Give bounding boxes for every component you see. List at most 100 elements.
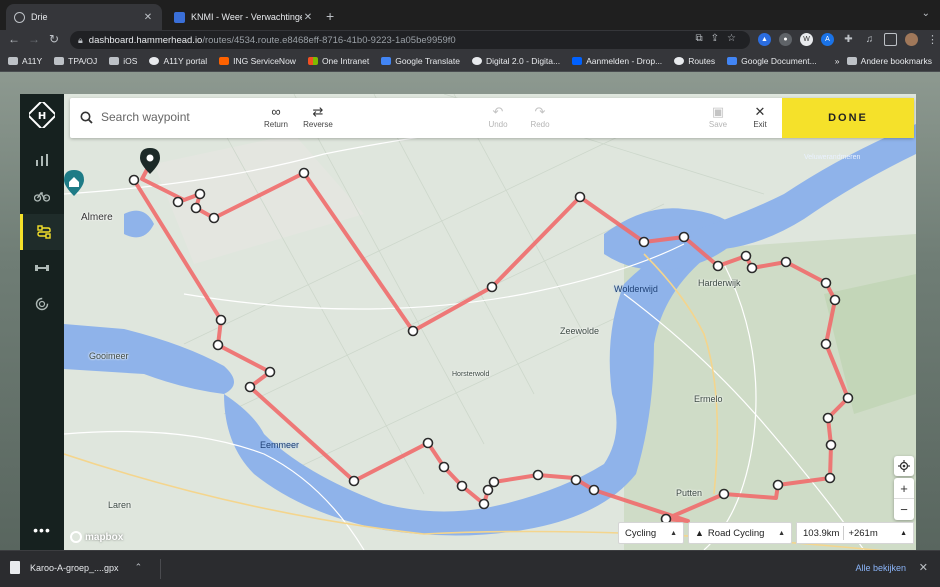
extension-circle-icon[interactable]: ● <box>779 33 792 46</box>
save-button[interactable]: ▣ Save <box>698 104 738 129</box>
hammerhead-logo[interactable]: H <box>26 99 58 131</box>
waypoint-marker[interactable] <box>829 294 841 306</box>
waypoint-marker[interactable] <box>407 325 419 337</box>
bookmark-a11y[interactable]: A11Y <box>8 56 42 66</box>
bookmark-ing-servicenow[interactable]: ING ServiceNow <box>219 56 296 66</box>
sidebar-item-workouts[interactable] <box>20 250 64 286</box>
close-icon[interactable]: ✕ <box>142 12 154 23</box>
new-tab-button[interactable]: + <box>326 8 334 24</box>
sidebar-item-routes[interactable] <box>20 214 64 250</box>
puzzle-icon[interactable]: ✚ <box>842 33 855 46</box>
route-map[interactable]: Almere Gooimeer Eemmeer Wolderwijd Harde… <box>64 94 916 550</box>
sidebar-item-activity[interactable] <box>20 286 64 322</box>
search-waypoint-input[interactable] <box>101 110 251 124</box>
bookmark-ios[interactable]: iOS <box>109 56 137 66</box>
waypoint-marker[interactable] <box>486 281 498 293</box>
waypoint-marker[interactable] <box>780 256 792 268</box>
map-canvas[interactable] <box>64 94 916 550</box>
chevron-up-icon[interactable]: ⌃ <box>135 562 143 573</box>
waypoint-marker[interactable] <box>638 236 650 248</box>
waypoint-marker[interactable] <box>244 381 256 393</box>
extension-w-icon[interactable]: W <box>800 33 813 46</box>
waypoint-marker[interactable] <box>532 469 544 481</box>
more-dots-icon[interactable]: ••• <box>20 522 64 538</box>
bookmark-a11y-portal[interactable]: A11Y portal <box>149 56 207 66</box>
bookmark-dropbox[interactable]: Aanmelden - Drop... <box>572 56 662 66</box>
done-button[interactable]: DONE <box>782 98 914 138</box>
bookmark-google-translate[interactable]: Google Translate <box>381 56 460 66</box>
waypoint-marker[interactable] <box>820 338 832 350</box>
waypoint-marker[interactable] <box>438 461 450 473</box>
zoom-in-button[interactable]: + <box>894 478 914 499</box>
address-bar[interactable]: 🔒︎ dashboard.hammerhead.io/routes/4534.r… <box>70 31 750 49</box>
waypoint-marker[interactable] <box>588 484 600 496</box>
redo-button[interactable]: ↷ Redo <box>520 104 560 129</box>
tab-knmi[interactable]: KNMI - Weer - Verwachtingen ✕ <box>166 4 322 30</box>
bookmark-other[interactable]: Andere bookmarks <box>846 56 932 66</box>
locate-me-button[interactable] <box>894 456 914 476</box>
waypoint-marker[interactable] <box>678 231 690 243</box>
waypoint-marker[interactable] <box>842 392 854 404</box>
close-icon[interactable]: ✕ <box>919 561 928 574</box>
media-icon[interactable]: ♫ <box>863 33 876 46</box>
activity-select[interactable]: Cycling ▲ <box>618 522 684 544</box>
waypoint-marker[interactable] <box>574 191 586 203</box>
close-icon[interactable]: ✕ <box>302 12 314 23</box>
back-arrow-icon[interactable]: ← <box>6 32 22 46</box>
sidepanel-icon[interactable] <box>884 33 897 46</box>
exit-button[interactable]: ✕ Exit <box>740 104 780 129</box>
return-button[interactable]: ∞ Return <box>256 104 296 129</box>
bookmark-routes[interactable]: Routes <box>674 56 715 66</box>
waypoint-marker[interactable] <box>718 488 730 500</box>
avatar[interactable] <box>905 33 918 46</box>
bookmark-google-document[interactable]: Google Document... <box>727 56 817 66</box>
file-icon <box>10 561 20 574</box>
reverse-button[interactable]: ⇄ Reverse <box>298 104 338 129</box>
waypoint-marker[interactable] <box>298 167 310 179</box>
route-stats[interactable]: 103.9km +261m ▲ <box>796 522 914 544</box>
waypoint-marker[interactable] <box>740 250 752 262</box>
zoom-out-button[interactable]: − <box>894 499 914 520</box>
sidebar-item-bikes[interactable] <box>20 178 64 214</box>
waypoint-marker[interactable] <box>824 472 836 484</box>
waypoint-marker[interactable] <box>128 174 140 186</box>
waypoint-marker[interactable] <box>215 314 227 326</box>
waypoint-marker[interactable] <box>482 484 494 496</box>
waypoint-marker[interactable] <box>208 212 220 224</box>
bookmark-tpa-oj[interactable]: TPA/OJ <box>54 56 97 66</box>
waypoint-marker[interactable] <box>422 437 434 449</box>
menu-dots-icon[interactable]: ⋮ <box>926 33 939 46</box>
waypoint-marker[interactable] <box>488 476 500 488</box>
routing-profile-select[interactable]: ▲ Road Cycling ▲ <box>688 522 792 544</box>
forward-arrow-icon[interactable]: → <box>26 32 42 46</box>
waypoint-marker[interactable] <box>746 262 758 274</box>
waypoint-marker[interactable] <box>264 366 276 378</box>
waypoint-marker[interactable] <box>348 475 360 487</box>
waypoint-marker[interactable] <box>772 479 784 491</box>
waypoint-marker[interactable] <box>172 196 184 208</box>
waypoint-marker[interactable] <box>712 260 724 272</box>
extension-triangle-icon[interactable]: ▲ <box>758 33 771 46</box>
waypoint-marker[interactable] <box>194 188 206 200</box>
waypoint-marker[interactable] <box>570 474 582 486</box>
waypoint-marker[interactable] <box>212 339 224 351</box>
extension-abc-icon[interactable]: A <box>821 33 834 46</box>
undo-button[interactable]: ↶ Undo <box>478 104 518 129</box>
waypoint-marker[interactable] <box>478 498 490 510</box>
waypoint-marker[interactable] <box>456 480 468 492</box>
bookmark-digital[interactable]: Digital 2.0 - Digita... <box>471 56 560 66</box>
tab-drie[interactable]: Drie ✕ <box>6 4 162 30</box>
sidebar-item-stats[interactable] <box>20 142 64 178</box>
waypoint-marker[interactable] <box>820 277 832 289</box>
waypoint-marker[interactable] <box>190 202 202 214</box>
waypoint-marker[interactable] <box>825 439 837 451</box>
waypoint-marker[interactable] <box>822 412 834 424</box>
bookmark-one-intranet[interactable]: One Intranet <box>307 56 369 66</box>
reload-icon[interactable]: ↻ <box>46 32 62 46</box>
omnibox-action-icons[interactable]: ⧉⇪☆ <box>696 33 744 44</box>
bookmarks-overflow-chevron-icon[interactable]: » <box>835 56 840 66</box>
show-all-downloads-link[interactable]: Alle bekijken <box>855 563 906 573</box>
download-item[interactable]: Karoo-A-groep_....gpx ⌃ <box>10 561 142 574</box>
tab-search-chevron-icon[interactable]: ⌄ <box>922 8 930 19</box>
mapbox-attribution[interactable]: mapbox <box>70 531 123 543</box>
